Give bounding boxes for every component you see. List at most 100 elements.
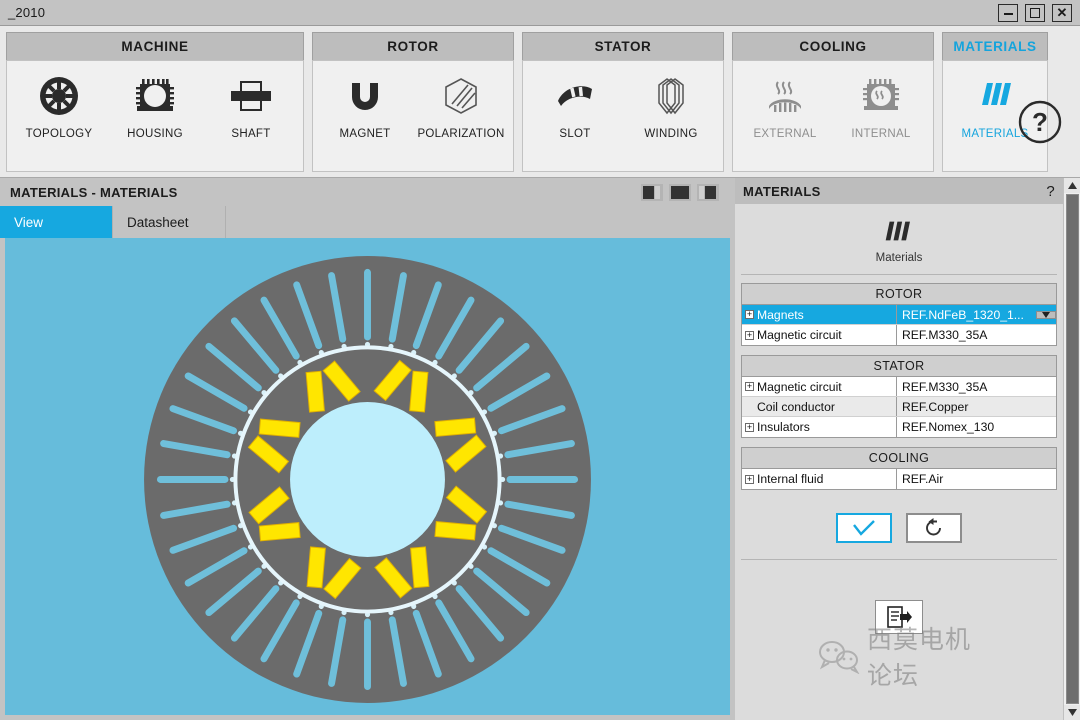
- split-right-layout-button[interactable]: [697, 183, 719, 201]
- ribbon-item-magnet[interactable]: MAGNET: [319, 71, 411, 140]
- table-cooling: COOLING + Internal fluid REF.Air: [741, 447, 1057, 490]
- ribbon-item-housing-label: HOUSING: [127, 128, 183, 140]
- materials-icon: [972, 73, 1018, 119]
- window-title: _2010: [8, 5, 46, 20]
- ribbon-item-polarization-label: POLARIZATION: [417, 128, 505, 140]
- view-tabbar: View Datasheet: [0, 206, 735, 238]
- scrollbar-track[interactable]: [1063, 193, 1080, 705]
- action-buttons: [735, 499, 1063, 559]
- scrollbar-thumb[interactable]: [1065, 194, 1079, 704]
- table-row[interactable]: Coil conductor REF.Copper: [742, 397, 1056, 417]
- application-window: _2010 ✕ MACHINE TOPOLOGY HOUSING SHAFT R…: [0, 0, 1080, 720]
- chevron-down-icon[interactable]: [1036, 310, 1056, 319]
- row-label: Coil conductor: [757, 399, 835, 414]
- ribbon-group-stator-title: STATOR: [522, 32, 724, 60]
- ribbon-item-shaft-label: SHAFT: [231, 128, 271, 140]
- row-label: Magnetic circuit: [757, 328, 842, 342]
- shaft-icon: [228, 73, 274, 119]
- right-panel-header: MATERIALS ?: [735, 178, 1063, 204]
- motor-cross-section-drawing: [144, 256, 591, 703]
- table-row[interactable]: + Magnetic circuit REF.M330_35A: [742, 377, 1056, 397]
- ribbon-group-machine: MACHINE TOPOLOGY HOUSING SHAFT: [6, 32, 304, 172]
- export-document-icon[interactable]: [875, 600, 923, 634]
- ribbon-item-housing[interactable]: HOUSING: [109, 71, 201, 140]
- ribbon-item-polarization[interactable]: POLARIZATION: [415, 71, 507, 140]
- table-rotor: ROTOR + Magnets REF.NdFeB_1320_1... + Ma…: [741, 283, 1057, 346]
- expander-placeholder: [745, 402, 754, 411]
- ribbon-group-cooling-title: COOLING: [732, 32, 934, 60]
- tab-view[interactable]: View: [0, 206, 113, 238]
- ribbon-item-internal-cooling[interactable]: INTERNAL: [835, 71, 927, 140]
- ribbon-item-winding[interactable]: WINDING: [625, 71, 717, 140]
- ribbon-item-internal-cooling-label: INTERNAL: [851, 128, 911, 140]
- materials-logo-caption: Materials: [875, 252, 923, 264]
- window-controls: ✕: [998, 3, 1076, 22]
- row-value: REF.Copper: [897, 397, 1056, 416]
- expander-icon[interactable]: +: [745, 310, 754, 319]
- table-rotor-title: ROTOR: [742, 284, 1056, 305]
- ribbon-item-shaft[interactable]: SHAFT: [205, 71, 297, 140]
- ribbon-item-external-cooling[interactable]: EXTERNAL: [739, 71, 831, 140]
- reset-button[interactable]: [906, 513, 962, 543]
- left-panel-title: MATERIALS - MATERIALS: [10, 184, 178, 200]
- scroll-up-arrow-icon[interactable]: [1064, 178, 1080, 193]
- help-button[interactable]: ?: [1016, 98, 1064, 146]
- ribbon-item-topology-label: TOPOLOGY: [25, 128, 93, 140]
- table-cooling-title: COOLING: [742, 448, 1056, 469]
- svg-text:?: ?: [1032, 107, 1048, 137]
- ribbon-item-external-cooling-label: EXTERNAL: [753, 128, 817, 140]
- ribbon-item-winding-label: WINDING: [644, 128, 698, 140]
- table-row[interactable]: + Magnets REF.NdFeB_1320_1...: [742, 305, 1056, 325]
- ribbon-item-topology[interactable]: TOPOLOGY: [13, 71, 105, 140]
- row-label: Magnetic circuit: [757, 379, 842, 394]
- vertical-scrollbar[interactable]: [1063, 178, 1080, 720]
- right-panel: MATERIALS ? Materials ROTOR + Magnets RE…: [735, 178, 1080, 720]
- ribbon-group-rotor: ROTOR MAGNET POLARIZATION: [312, 32, 514, 172]
- motor-cross-section-viewport[interactable]: [5, 238, 730, 715]
- maximize-button[interactable]: [1025, 3, 1045, 22]
- close-button[interactable]: ✕: [1052, 3, 1072, 22]
- expander-icon[interactable]: +: [745, 422, 754, 432]
- right-panel-help-icon[interactable]: ?: [1046, 183, 1055, 200]
- row-label: Internal fluid: [757, 472, 824, 486]
- polarization-icon: [438, 73, 484, 119]
- check-icon: [853, 520, 875, 536]
- slot-icon: [552, 73, 598, 119]
- minimize-button[interactable]: [998, 3, 1018, 22]
- ribbon-group-cooling: COOLING EXTERNAL INTERNAL: [732, 32, 934, 172]
- ribbon-group-materials-title: MATERIALS: [942, 32, 1048, 60]
- split-left-layout-button[interactable]: [641, 183, 663, 201]
- table-row[interactable]: + Internal fluid REF.Air: [742, 469, 1056, 489]
- ribbon-group-machine-title: MACHINE: [6, 32, 304, 60]
- tab-datasheet[interactable]: Datasheet: [113, 206, 226, 238]
- main-content: MATERIALS - MATERIALS View Datasheet MAT…: [0, 178, 1080, 720]
- ribbon-group-rotor-title: ROTOR: [312, 32, 514, 60]
- magnet-icon: [342, 73, 388, 119]
- table-row[interactable]: + Magnetic circuit REF.M330_35A: [742, 325, 1056, 345]
- housing-icon: [132, 73, 178, 119]
- panel-bottom-area: 西莫电机论坛: [735, 560, 1063, 720]
- row-label: Insulators: [757, 420, 810, 434]
- row-value: REF.NdFeB_1320_1...: [902, 307, 1024, 322]
- row-value: REF.Nomex_130: [897, 417, 1056, 437]
- row-value: REF.M330_35A: [897, 377, 1056, 396]
- topology-icon: [36, 73, 82, 119]
- table-stator: STATOR + Magnetic circuit REF.M330_35A C…: [741, 355, 1057, 438]
- table-stator-title: STATOR: [742, 356, 1056, 377]
- ribbon-item-slot[interactable]: SLOT: [529, 71, 621, 140]
- left-panel: MATERIALS - MATERIALS View Datasheet: [0, 178, 735, 720]
- full-layout-button[interactable]: [669, 183, 691, 201]
- row-value: REF.M330_35A: [897, 325, 1056, 345]
- left-panel-header: MATERIALS - MATERIALS: [0, 178, 735, 206]
- right-panel-title: MATERIALS: [743, 183, 821, 199]
- ribbon-toolbar: MACHINE TOPOLOGY HOUSING SHAFT ROTOR MAG…: [0, 26, 1080, 178]
- expander-icon[interactable]: +: [745, 382, 754, 391]
- scroll-down-arrow-icon[interactable]: [1064, 705, 1080, 720]
- expander-icon[interactable]: +: [745, 474, 754, 484]
- row-value: REF.Air: [897, 469, 1056, 489]
- refresh-icon: [926, 518, 941, 536]
- table-row[interactable]: + Insulators REF.Nomex_130: [742, 417, 1056, 437]
- expander-icon[interactable]: +: [745, 330, 754, 340]
- apply-button[interactable]: [836, 513, 892, 543]
- materials-logo-block: Materials: [741, 204, 1057, 275]
